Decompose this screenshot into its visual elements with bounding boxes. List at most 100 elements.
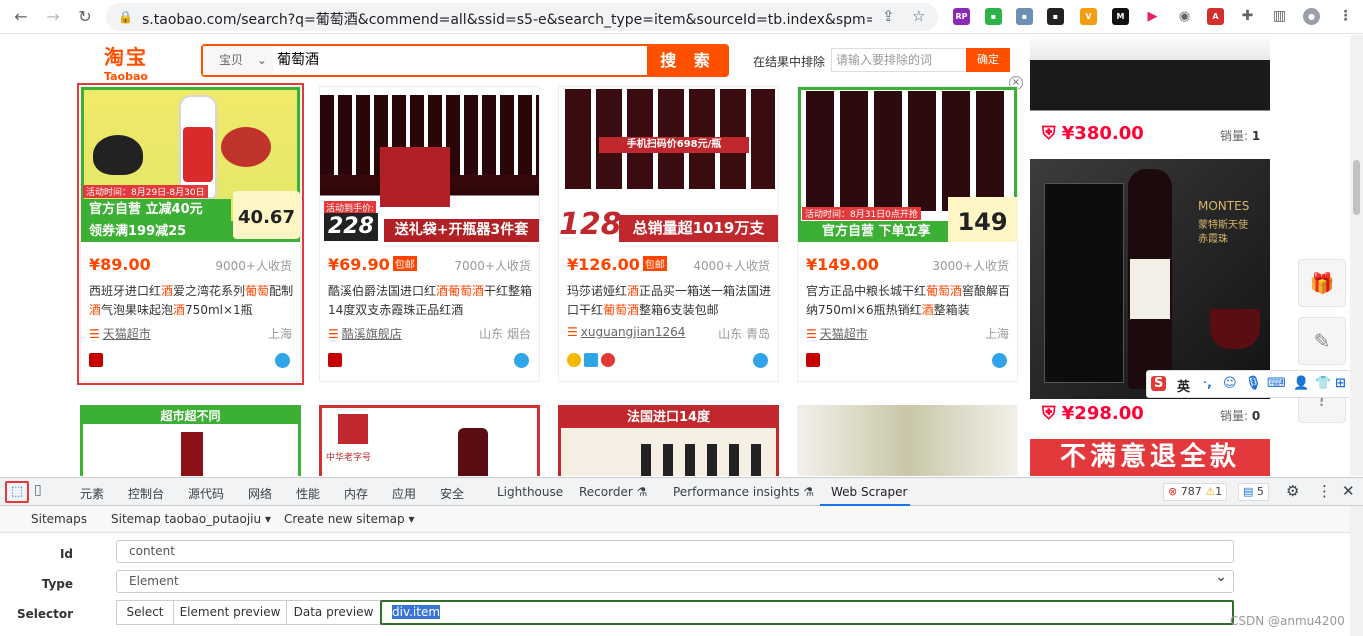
bookmark-star-icon[interactable]: ☆	[912, 7, 925, 25]
data-preview-button[interactable]: Data preview	[286, 600, 381, 625]
selector-input[interactable]: div.item	[380, 600, 1234, 625]
extension-chat-icon[interactable]: ▪	[985, 8, 1002, 25]
right-product-image[interactable]: MONTES 蒙特斯天使赤霞珠	[1030, 159, 1270, 399]
product-image[interactable]: 手机扫码价698元/瓶 128 总销量超1019万支	[559, 87, 778, 242]
shop-link[interactable]: ☰ xuguangjian1264	[567, 325, 685, 339]
menu-kebab-icon[interactable]: ⋮	[1337, 8, 1354, 25]
product-title[interactable]: 官方正品中粮长城干红葡萄酒窖酿解百纳750ml×6瓶热销红酒整箱装	[806, 282, 1011, 320]
taobao-logo[interactable]: 淘宝 Taobao	[104, 41, 148, 83]
nav-sitemaps[interactable]: Sitemaps	[31, 512, 87, 526]
device-toolbar-icon[interactable]: ▯	[34, 482, 42, 498]
watermark: CSDN @anmu4200	[1230, 614, 1345, 628]
tab-performance-insights[interactable]: Performance insights ⚗	[673, 485, 814, 499]
punctuation-icon[interactable]: ᐧ,	[1203, 376, 1212, 391]
product-title[interactable]: 西班牙进口红酒爱之湾花系列葡萄配制酒气泡果味起泡酒750ml×1瓶	[89, 282, 294, 320]
badges	[89, 353, 106, 367]
nav-create-sitemap[interactable]: Create new sitemap ▾	[284, 512, 414, 526]
edit-pencil-icon[interactable]: ✎	[1298, 317, 1346, 365]
extension-glasses-icon[interactable]: ▪	[1047, 8, 1064, 25]
product-title[interactable]: 玛莎诺娅红酒正品买一箱送一箱法国进口干红葡萄酒整箱6支装包邮	[567, 282, 772, 320]
wangwang-chat-icon[interactable]	[753, 353, 768, 368]
search-category-select[interactable]: 宝贝 ⌄	[203, 46, 273, 75]
right-product-image[interactable]	[1030, 35, 1270, 119]
emoji-icon[interactable]: ☺	[1223, 376, 1237, 391]
share-icon[interactable]: ⇪	[882, 7, 895, 25]
type-select[interactable]: Element	[116, 567, 1234, 593]
nav-sitemap-dropdown[interactable]: Sitemap taobao_putaojiu ▾	[111, 512, 271, 526]
extension-arrow-icon[interactable]: ▶	[1144, 8, 1161, 25]
profile-avatar-icon[interactable]: ●	[1303, 8, 1320, 25]
wangwang-chat-icon[interactable]	[514, 353, 529, 368]
exclude-input[interactable]: 请输入要排除的词	[831, 48, 967, 72]
forward-icon[interactable]: →	[42, 6, 64, 28]
extension-camera-icon[interactable]: ◉	[1176, 8, 1193, 25]
product-image[interactable]: 活动时间：8月29日-8月30日 官方自营 立减40元 领券满199减25 40…	[81, 87, 300, 242]
tab-memory[interactable]: 内存	[344, 485, 368, 502]
devtools-menu-icon[interactable]: ⋮	[1317, 482, 1332, 500]
shop-link[interactable]: ☰ 酷溪旗舰店	[328, 325, 402, 342]
tab-recorder[interactable]: Recorder ⚗	[579, 485, 647, 499]
keyboard-icon[interactable]: ⌨	[1267, 376, 1286, 391]
gift-icon[interactable]: 🎁	[1298, 259, 1346, 307]
close-devtools-icon[interactable]: ✕	[1342, 482, 1355, 500]
skin-icon[interactable]: 👕	[1315, 376, 1331, 391]
tab-application[interactable]: 应用	[392, 485, 416, 502]
side-panel-icon[interactable]: ▥	[1271, 8, 1288, 25]
wangwang-chat-icon[interactable]	[992, 353, 1007, 368]
message-counter[interactable]: ▤ 5	[1238, 483, 1269, 501]
tab-performance[interactable]: 性能	[296, 485, 320, 502]
product-image[interactable]: 活动到手价: 228 送礼袋+开瓶器3件套	[320, 87, 539, 242]
guarantee-banner[interactable]: 不满意退全款	[1030, 439, 1270, 476]
extension-m-icon[interactable]: M	[1112, 8, 1129, 25]
element-preview-button[interactable]: Element preview	[173, 600, 287, 625]
location: 山东 青岛	[718, 327, 770, 341]
exclude-label: 在结果中排除	[753, 55, 826, 69]
product-image-partial[interactable]	[797, 405, 1018, 476]
tab-security[interactable]: 安全	[440, 485, 464, 502]
id-input[interactable]: content	[116, 540, 1234, 563]
extensions-puzzle-icon[interactable]: ✚	[1239, 8, 1256, 25]
scrollbar-thumb[interactable]	[1353, 160, 1360, 215]
product-image[interactable]: 活动时间：8月31日0点开抢 官方自营 下单立享 149	[798, 87, 1017, 242]
product-image-partial[interactable]: 法国进口14度	[558, 405, 779, 476]
extension-image-icon[interactable]: ▪	[1016, 8, 1033, 25]
product-card[interactable]: 活动时间：8月29日-8月30日 官方自营 立减40元 领券满199减25 40…	[77, 83, 304, 385]
user-icon[interactable]: 👤	[1293, 376, 1309, 391]
address-bar[interactable]: 🔒 s.taobao.com/search?q=葡萄酒&commend=all&…	[106, 3, 938, 31]
microphone-icon[interactable]: 🎙	[1245, 376, 1262, 391]
product-card[interactable]: 活动时间：8月31日0点开抢 官方自营 下单立享 149 ¥149.00 300…	[797, 86, 1018, 382]
back-icon[interactable]: ←	[10, 6, 32, 28]
issue-counter[interactable]: ⊗ 787 ⚠1	[1163, 483, 1228, 501]
reload-icon[interactable]: ↻	[74, 6, 96, 28]
ime-toolbar[interactable]: S 英 ᐧ, ☺ 🎙 ⌨ 👤 👕 ⊞	[1146, 370, 1350, 398]
tab-network[interactable]: 网络	[248, 485, 272, 502]
page-scrollbar[interactable]	[1350, 35, 1363, 476]
search-button[interactable]: 搜 索	[647, 44, 729, 77]
select-button[interactable]: Select	[116, 600, 174, 625]
tab-sources[interactable]: 源代码	[188, 485, 224, 502]
product-title[interactable]: 酷溪伯爵法国进口红酒葡萄酒干红整箱14度双支赤霞珠正品红酒	[328, 282, 533, 320]
product-card[interactable]: 活动到手价: 228 送礼袋+开瓶器3件套 ¥69.90 包邮 7000+人收货 …	[319, 86, 540, 382]
tab-web-scraper[interactable]: Web Scraper	[831, 485, 907, 499]
row2-label: 超市超不同	[83, 408, 298, 424]
tab-elements[interactable]: 元素	[80, 485, 104, 502]
product-image-partial[interactable]: 超市超不同	[80, 405, 301, 476]
inspect-element-icon[interactable]: ⬚	[5, 481, 29, 503]
shop-link[interactable]: ☰ 天猫超市	[89, 325, 151, 342]
extension-vip-icon[interactable]: V	[1080, 8, 1097, 25]
row2-label: 中华老字号	[326, 453, 372, 463]
logo-cn: 淘宝	[104, 45, 148, 69]
settings-gear-icon[interactable]: ⚙	[1286, 482, 1299, 500]
product-card[interactable]: 手机扫码价698元/瓶 128 总销量超1019万支 ¥126.00 包邮 400…	[558, 86, 779, 382]
tab-console[interactable]: 控制台	[128, 485, 164, 502]
devtools-scrollbar[interactable]	[1350, 506, 1363, 636]
extension-rp-icon[interactable]: RP	[953, 8, 970, 25]
extension-pdf-icon[interactable]: A	[1207, 8, 1224, 25]
toolbox-icon[interactable]: ⊞	[1335, 376, 1346, 391]
search-input[interactable]: 葡萄酒	[277, 46, 319, 75]
product-image-partial[interactable]: 中华老字号	[319, 405, 540, 476]
tab-lighthouse[interactable]: Lighthouse	[497, 485, 563, 499]
exclude-confirm-button[interactable]: 确定	[966, 48, 1010, 72]
wangwang-chat-icon[interactable]	[275, 353, 290, 368]
shop-link[interactable]: ☰ 天猫超市	[806, 325, 868, 342]
